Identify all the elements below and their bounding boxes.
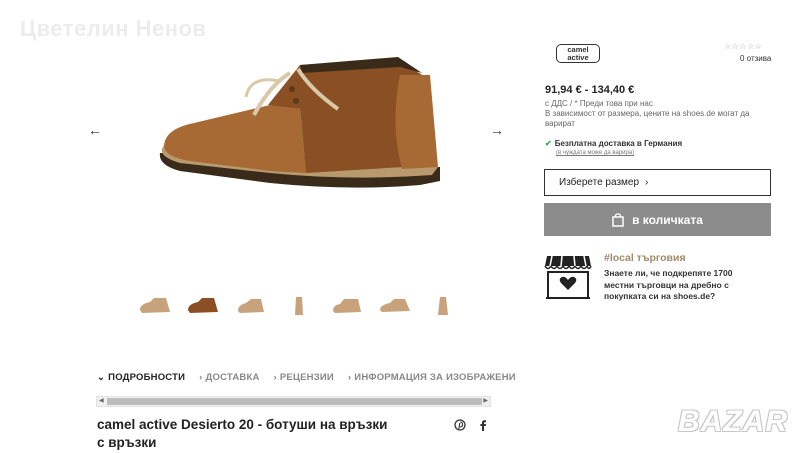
facebook-icon[interactable] bbox=[477, 419, 489, 431]
scroll-left-icon[interactable]: ◀ bbox=[99, 397, 104, 406]
thumbnail[interactable] bbox=[280, 292, 318, 320]
price-variation-note: В зависимост от размера, цените на shoes… bbox=[545, 109, 750, 128]
thumbnail[interactable] bbox=[136, 292, 174, 320]
local-commerce-title[interactable]: #local търговия bbox=[604, 252, 686, 264]
chevron-right-icon: › bbox=[273, 372, 277, 383]
product-main-image bbox=[159, 57, 441, 188]
thumbnail[interactable] bbox=[232, 292, 270, 320]
chevron-down-icon: ⌄ bbox=[97, 372, 106, 383]
chevron-right-icon: › bbox=[645, 177, 649, 188]
check-icon: ✔ bbox=[545, 139, 552, 148]
thumbnail[interactable] bbox=[424, 292, 462, 320]
gallery-next-arrow-icon[interactable]: → bbox=[490, 122, 504, 138]
bazar-watermark-logo: BAZAR bbox=[678, 405, 788, 438]
price-range: 91,94 € - 134,40 € bbox=[545, 84, 635, 96]
shopping-bag-icon bbox=[612, 212, 624, 227]
thumbnail[interactable] bbox=[184, 292, 222, 320]
reviews-count[interactable]: 0 отзива bbox=[740, 54, 771, 63]
gallery-prev-arrow-icon[interactable]: ← bbox=[88, 122, 102, 138]
chevron-right-icon: › bbox=[199, 372, 203, 383]
pinterest-icon[interactable] bbox=[454, 419, 466, 431]
local-store-icon bbox=[544, 255, 592, 299]
product-title: camel active Desierto 20 - ботуши на връ… bbox=[97, 417, 388, 450]
tabs-horizontal-scrollbar[interactable]: ◀ ▶ bbox=[96, 396, 491, 407]
gallery-thumbnails bbox=[136, 292, 462, 320]
tab-details[interactable]: ⌄ ПОДРОБНОСТИ bbox=[97, 372, 185, 383]
shipping-abroad-link[interactable]: (в чуждата може да варира) bbox=[556, 150, 634, 156]
rating-stars-icon[interactable]: ☆☆☆☆☆ bbox=[724, 42, 762, 51]
tab-delivery[interactable]: › ДОСТАВКА bbox=[199, 372, 259, 383]
add-to-cart-button[interactable]: в количката bbox=[544, 203, 771, 236]
tab-reviews[interactable]: › РЕЦЕНЗИИ bbox=[274, 372, 334, 383]
thumbnail[interactable] bbox=[376, 292, 414, 320]
size-select[interactable]: Изберете размер › bbox=[544, 169, 771, 196]
brand-logo[interactable]: camel active bbox=[556, 44, 600, 63]
thumbnail[interactable] bbox=[328, 292, 366, 320]
scrollbar-thumb[interactable] bbox=[107, 398, 482, 405]
scroll-right-icon[interactable]: ▶ bbox=[483, 397, 488, 406]
vat-note: с ДДС / * Преди това при нас bbox=[545, 99, 653, 108]
chevron-right-icon: › bbox=[347, 372, 352, 383]
free-shipping: ✔ Безплатна доставка в Германия bbox=[545, 139, 683, 148]
detail-tabs: ⌄ ПОДРОБНОСТИ › ДОСТАВКА › РЕЦЕНЗИИ › ИНФОРМ… bbox=[97, 372, 516, 383]
tab-image-info[interactable]: › ИНФОРМАЦИЯ ЗА ИЗОБРАЖЕНИ bbox=[348, 372, 516, 383]
watermark-text: Цветелин Ненов bbox=[20, 16, 207, 41]
local-commerce-text: Знаете ли, че подкрепяте 1700 местни тър… bbox=[604, 268, 733, 301]
